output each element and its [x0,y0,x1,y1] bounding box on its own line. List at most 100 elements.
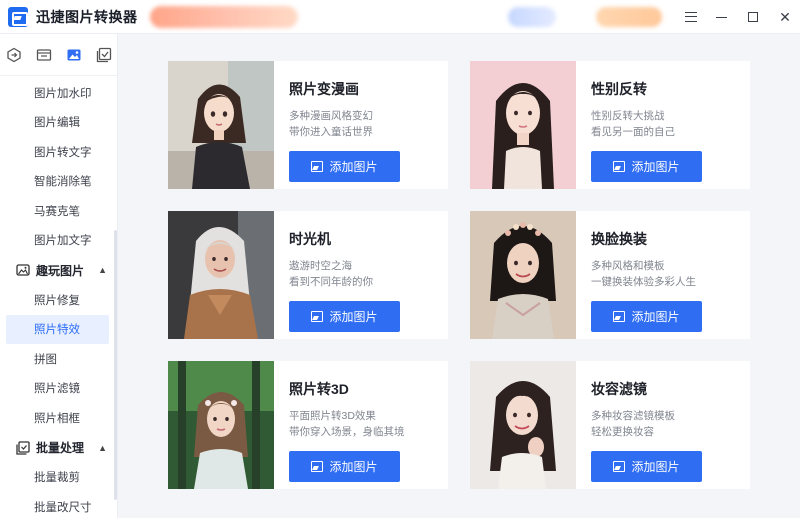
add-image-button[interactable]: 添加图片 [591,301,702,332]
image-icon [311,461,324,472]
card-desc: 遨游时空之海 看到不同年龄的你 [289,258,448,290]
card-desc: 多种漫画风格变幻 带你进入童话世界 [289,108,448,140]
card-desc-line: 遨游时空之海 [289,260,352,272]
card-desc: 平面照片转3D效果 带你穿入场景，身临其境 [289,408,448,440]
chevron-up-icon: ▲ [98,265,107,275]
card-desc-line: 多种漫画风格变幻 [289,110,373,122]
card-desc-line: 多种风格和模板 [591,260,665,272]
sidebar-category-icons [0,34,117,76]
card-title: 性别反转 [591,81,647,97]
sidebar-group-label: 趣玩图片 [36,263,85,278]
card-desc-line: 看见另一面的自己 [591,126,675,138]
fun-image-icon[interactable] [66,47,82,63]
add-image-button[interactable]: 添加图片 [591,151,702,182]
sidebar-item-mosaic[interactable]: 马赛克笔 [0,196,117,226]
add-image-button[interactable]: 添加图片 [289,301,400,332]
sidebar-item-ocr[interactable]: 图片转文字 [0,137,117,167]
close-icon: ✕ [779,8,791,25]
add-image-button[interactable]: 添加图片 [289,451,400,482]
gender-swap-preview-image [470,61,576,189]
add-image-label: 添加图片 [329,460,378,474]
minimize-icon [715,16,727,18]
card-desc-line: 带你进入童话世界 [289,126,373,138]
card-face-swap[interactable]: 换脸换装 多种风格和模板 一键换装体验多彩人生 添加图片 [470,211,750,339]
sidebar-item-collage[interactable]: 拼图 [0,344,117,374]
add-image-label: 添加图片 [631,310,680,324]
photo-3d-preview-image [168,361,274,489]
card-desc-line: 多种妆容滤镜模板 [591,410,675,422]
card-desc-line: 性别反转大挑战 [591,110,665,122]
batch-process-icon[interactable] [96,47,112,63]
main-content: 照片变漫画 多种漫画风格变幻 带你进入童话世界 添加图片 性别反转 性别反转大挑… [118,34,800,518]
sidebar-item-watermark[interactable]: 图片加水印 [0,78,117,108]
sidebar-item-image-edit[interactable]: 图片编辑 [0,108,117,138]
card-desc-line: 平面照片转3D效果 [289,410,376,422]
card-info: 换脸换装 多种风格和模板 一键换装体验多彩人生 添加图片 [576,211,750,339]
add-image-button[interactable]: 添加图片 [591,451,702,482]
sidebar-item-smart-erase[interactable]: 智能消除笔 [0,167,117,197]
hamburger-icon [685,12,697,22]
card-desc: 性别反转大挑战 看见另一面的自己 [591,108,750,140]
card-info: 性别反转 性别反转大挑战 看见另一面的自己 添加图片 [576,61,750,189]
card-desc-line: 看到不同年龄的你 [289,276,373,288]
add-image-button[interactable]: 添加图片 [289,151,400,182]
sidebar-item-photo-filter[interactable]: 照片滤镜 [0,374,117,404]
card-info: 时光机 遨游时空之海 看到不同年龄的你 添加图片 [274,211,448,339]
sidebar: 图片加水印 图片编辑 图片转文字 智能消除笔 马赛克笔 图片加文字 趣玩图片 ▲… [0,34,118,518]
image-icon [613,311,626,322]
minimize-button[interactable] [710,6,732,28]
app-logo-icon [8,6,28,27]
card-info: 照片变漫画 多种漫画风格变幻 带你进入童话世界 添加图片 [274,61,448,189]
face-swap-preview-image [470,211,576,339]
sidebar-list-edit: 图片加水印 图片编辑 图片转文字 智能消除笔 马赛克笔 图片加文字 [0,76,117,255]
image-icon [311,161,324,172]
sidebar-group-label: 批量处理 [36,441,85,455]
card-time-machine[interactable]: 时光机 遨游时空之海 看到不同年龄的你 添加图片 [168,211,448,339]
card-makeup-filter[interactable]: 妆容滤镜 多种妆容滤镜模板 轻松更换妆容 添加图片 [470,361,750,489]
maximize-icon [748,12,758,22]
batch-group-icon [16,440,30,455]
sidebar-item-photo-repair[interactable]: 照片修复 [0,285,117,315]
maximize-button[interactable] [742,6,764,28]
card-info: 照片转3D 平面照片转3D效果 带你穿入场景，身临其境 添加图片 [274,361,448,489]
sidebar-list-fun: 照片修复 照片特效 拼图 照片滤镜 照片相框 [0,285,117,433]
card-title: 妆容滤镜 [591,381,647,397]
sidebar-item-batch-resize[interactable]: 批量改尺寸 [0,492,117,518]
format-convert-icon[interactable] [6,47,22,63]
cartoon-preview-image [168,61,274,189]
card-desc-line: 一键换装体验多彩人生 [591,276,696,288]
menu-button[interactable] [680,6,702,28]
sidebar-item-add-text[interactable]: 图片加文字 [0,226,117,256]
time-machine-preview-image [168,211,274,339]
card-desc-line: 轻松更换妆容 [591,426,654,438]
app-title: 迅捷图片转换器 [36,8,138,25]
close-button[interactable]: ✕ [774,6,796,28]
user-account[interactable] [508,7,556,27]
image-icon [613,161,626,172]
sidebar-list-batch: 批量裁剪 批量改尺寸 [0,463,117,518]
promo-banner[interactable] [149,5,298,28]
vip-button[interactable] [596,7,662,27]
sidebar-item-photo-frame[interactable]: 照片相框 [0,403,117,433]
card-title: 照片转3D [289,381,349,397]
card-title: 换脸换装 [591,231,647,247]
sidebar-scrollbar[interactable] [114,230,117,500]
card-title: 时光机 [289,231,331,247]
add-image-label: 添加图片 [329,160,378,174]
card-desc-line: 带你穿入场景，身临其境 [289,426,405,438]
card-desc: 多种妆容滤镜模板 轻松更换妆容 [591,408,750,440]
chevron-up-icon: ▲ [98,442,107,453]
card-photo-to-cartoon[interactable]: 照片变漫画 多种漫画风格变幻 带你进入童话世界 添加图片 [168,61,448,189]
add-image-label: 添加图片 [329,310,378,324]
card-title: 照片变漫画 [289,81,359,97]
sidebar-item-batch-crop[interactable]: 批量裁剪 [0,463,117,493]
image-icon [311,311,324,322]
add-image-label: 添加图片 [631,460,680,474]
sidebar-item-photo-effects[interactable]: 照片特效 [6,314,109,344]
card-gender-swap[interactable]: 性别反转 性别反转大挑战 看见另一面的自己 添加图片 [470,61,750,189]
sidebar-group-batch[interactable]: 批量处理 ▲ [0,433,117,463]
image-edit-icon[interactable] [36,47,52,63]
card-photo-to-3d[interactable]: 照片转3D 平面照片转3D效果 带你穿入场景，身临其境 添加图片 [168,361,448,489]
sidebar-group-fun[interactable]: 趣玩图片 ▲ [0,255,117,285]
fun-group-icon [16,263,30,277]
